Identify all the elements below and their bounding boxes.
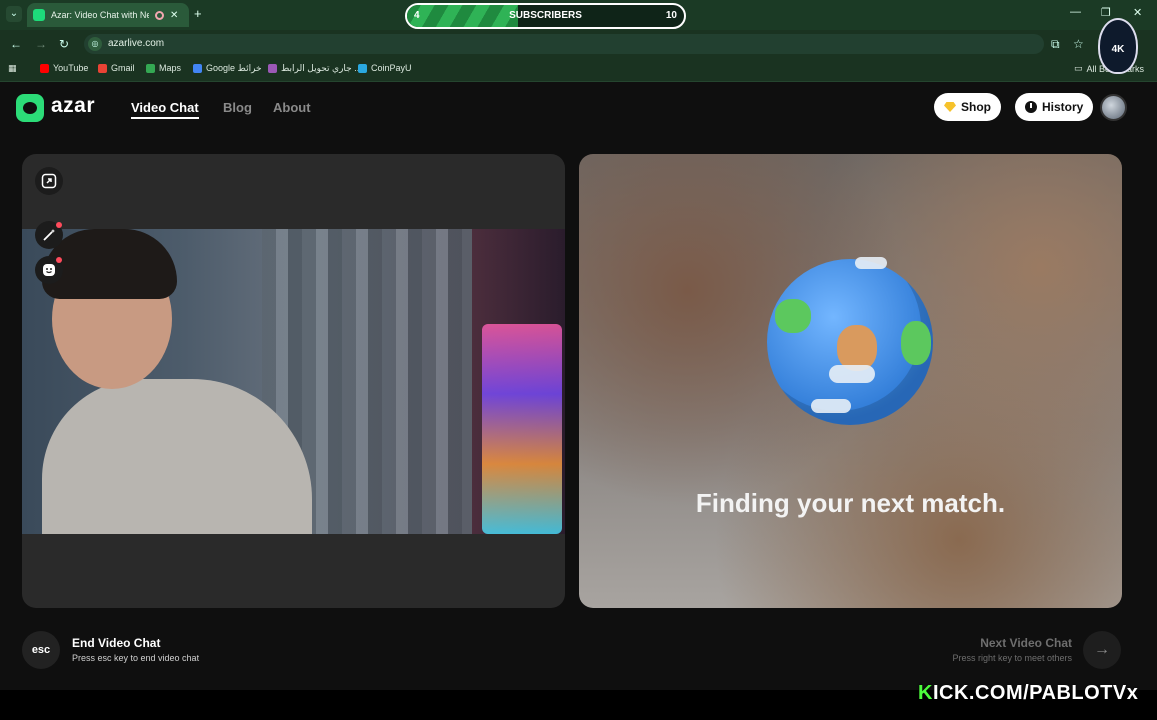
- bookmark-label: Gmail: [111, 63, 135, 73]
- tab-search-button[interactable]: ⌄: [6, 6, 22, 22]
- bookmark-maps[interactable]: Maps: [146, 63, 181, 73]
- kick-url: ICK.COM/PABLOTVx: [932, 682, 1139, 704]
- azar-favicon-icon: [33, 9, 45, 21]
- youtube-icon: [40, 63, 49, 73]
- kick-channel-watermark: KICK.COM/PABLOTVx: [918, 682, 1138, 705]
- nav-blog[interactable]: Blog: [223, 100, 252, 115]
- avatar[interactable]: [1100, 94, 1127, 121]
- screen: { "browser": { "tab_title": "Azar: Video…: [0, 0, 1157, 720]
- address-bar-row: ← → ↻ ◎ azarlive.com ⧉ ☆: [0, 30, 1157, 58]
- smile-icon: [43, 264, 55, 276]
- stickers-notification-dot: [56, 257, 62, 263]
- end-chat-title[interactable]: End Video Chat: [72, 636, 160, 650]
- expand-icon: [41, 173, 57, 189]
- bookmark-youtube[interactable]: YouTube: [40, 63, 88, 73]
- globe-land: [901, 321, 931, 365]
- cast-icon[interactable]: ⧉: [1051, 37, 1060, 52]
- subscribers-goal-bar: SUBSCRIBERS 4 10: [405, 3, 686, 29]
- url-text: azarlive.com: [108, 38, 165, 49]
- globe-cloud: [811, 399, 851, 413]
- bookmark-label: YouTube: [53, 63, 89, 73]
- url-field[interactable]: ◎ azarlive.com: [84, 34, 1044, 54]
- my-video-panel: [22, 154, 565, 608]
- next-chat-button[interactable]: →: [1083, 631, 1121, 669]
- bookmark-coinpayu[interactable]: CoinPayU: [358, 63, 412, 73]
- end-chat-hint: Press esc key to end video chat: [72, 653, 200, 663]
- next-chat-hint: Press right key to meet others: [952, 653, 1072, 663]
- bookmark-label: Maps: [159, 63, 182, 73]
- diamond-icon: [944, 102, 956, 112]
- minimize-button[interactable]: —: [1070, 6, 1081, 18]
- bookmark-link-converter[interactable]: جاري تحويل الرابط ..: [268, 63, 359, 74]
- tab-title: Azar: Video Chat with New: [51, 10, 149, 20]
- close-window-button[interactable]: ✕: [1133, 6, 1142, 19]
- forward-button[interactable]: →: [35, 37, 47, 51]
- badge-text: 4K: [1111, 44, 1125, 55]
- nav-video-chat[interactable]: Video Chat: [131, 100, 199, 119]
- effects-notification-dot: [56, 222, 62, 228]
- bookmark-star-icon[interactable]: ☆: [1073, 37, 1084, 51]
- gmail-icon: [98, 63, 107, 73]
- bookmark-google-maps-ar[interactable]: Google خرائط: [193, 63, 262, 74]
- subscribers-label: SUBSCRIBERS: [509, 10, 582, 21]
- globe-cloud: [829, 365, 875, 383]
- shop-label: Shop: [961, 100, 991, 114]
- link-icon: [268, 64, 277, 73]
- azar-logo-icon[interactable]: [16, 94, 44, 122]
- next-chat-title[interactable]: Next Video Chat: [980, 636, 1072, 650]
- my-camera-feed: [22, 229, 565, 534]
- browser-tab-bar: ⌄ Azar: Video Chat with New ✕ + — ❐ ✕ SU…: [0, 0, 1157, 30]
- site-info-icon[interactable]: ◎: [88, 37, 102, 51]
- history-button[interactable]: History: [1015, 93, 1094, 121]
- azar-logo-text[interactable]: azar: [51, 94, 95, 118]
- apps-grid-icon[interactable]: ▦: [8, 63, 17, 74]
- restore-button[interactable]: ❐: [1101, 6, 1111, 19]
- tab-close-icon[interactable]: ✕: [170, 10, 178, 21]
- match-video-panel: Finding your next match.: [579, 154, 1122, 608]
- pc-lights: [482, 324, 562, 534]
- google-icon: [193, 64, 202, 73]
- history-label: History: [1042, 100, 1084, 114]
- subscribers-current: 4: [414, 10, 420, 21]
- new-tab-button[interactable]: +: [194, 6, 202, 21]
- clock-icon: [1025, 101, 1037, 113]
- end-chat-button[interactable]: esc: [22, 631, 60, 669]
- kick-logo-letter: K: [918, 682, 933, 704]
- subscribers-goal: 10: [665, 10, 677, 21]
- effects-button[interactable]: [35, 221, 63, 249]
- bookmark-label: جاري تحويل الرابط ..: [281, 63, 360, 73]
- stickers-button[interactable]: [35, 256, 63, 284]
- bookmarks-bar: ▦ YouTube Gmail Maps Google خرائط جاري ت…: [0, 58, 1157, 82]
- shop-button[interactable]: Shop: [934, 93, 1001, 121]
- globe-icon: [767, 257, 933, 425]
- globe-cloud: [855, 257, 887, 269]
- bookmark-label: Google خرائط: [206, 63, 262, 73]
- azar-page: azar Video Chat Blog About Shop History: [0, 82, 1157, 690]
- browser-tab[interactable]: Azar: Video Chat with New ✕: [27, 3, 189, 27]
- streamer-badge-logo: 4K: [1098, 18, 1138, 74]
- finding-match-text: Finding your next match.: [695, 488, 1006, 518]
- coinpayu-icon: [358, 63, 367, 73]
- folder-icon: ▭: [1074, 63, 1083, 73]
- expand-button[interactable]: [35, 167, 63, 195]
- back-button[interactable]: ←: [10, 37, 22, 51]
- recording-icon: [155, 10, 164, 20]
- reload-button[interactable]: ↻: [59, 37, 69, 51]
- globe-land: [775, 299, 811, 333]
- maps-icon: [146, 63, 155, 73]
- bookmark-gmail[interactable]: Gmail: [98, 63, 135, 73]
- nav-about[interactable]: About: [273, 100, 311, 115]
- bookmark-label: CoinPayU: [371, 63, 412, 73]
- magic-wand-icon: [43, 229, 55, 241]
